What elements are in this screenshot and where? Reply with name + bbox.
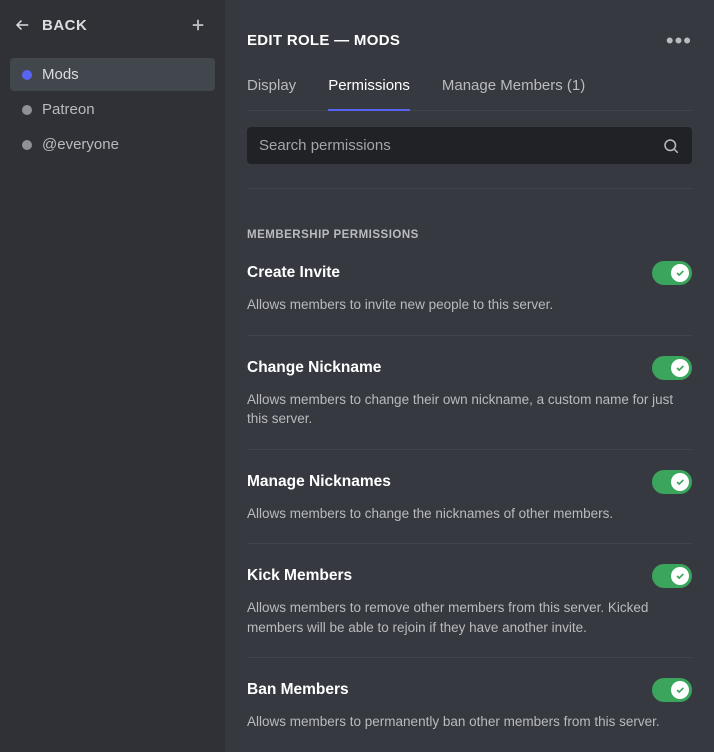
role-list: Mods Patreon @everyone [10,58,215,161]
permission-kick-members: Kick Members Allows members to remove ot… [247,544,692,658]
roles-sidebar: BACK Mods Patreon @everyone [0,0,225,752]
check-icon [671,264,689,282]
check-icon [671,473,689,491]
role-color-dot [22,140,32,150]
add-role-button[interactable] [189,16,207,34]
divider [247,188,692,189]
search-icon [662,137,680,155]
main-header: EDIT ROLE — MODS ••• [247,32,692,49]
permission-title: Manage Nicknames [247,473,391,491]
main-panel: EDIT ROLE — MODS ••• Display Permissions… [225,0,714,752]
permission-title: Kick Members [247,567,352,585]
search-wrap [247,127,692,164]
role-color-dot [22,105,32,115]
permission-change-nickname: Change Nickname Allows members to change… [247,336,692,450]
permission-toggle[interactable] [652,356,692,380]
permission-manage-nicknames: Manage Nicknames Allows members to chang… [247,450,692,545]
page-title: EDIT ROLE — MODS [247,32,400,49]
role-color-dot [22,70,32,80]
role-label: @everyone [42,136,119,153]
role-item-patreon[interactable]: Patreon [10,93,215,126]
permission-toggle[interactable] [652,678,692,702]
search-input[interactable] [247,127,692,164]
permission-toggle[interactable] [652,470,692,494]
permission-ban-members: Ban Members Allows members to permanentl… [247,658,692,752]
tab-permissions[interactable]: Permissions [328,77,410,110]
permission-toggle[interactable] [652,261,692,285]
permission-create-invite: Create Invite Allows members to invite n… [247,241,692,336]
permission-desc: Allows members to change the nicknames o… [247,504,692,524]
role-item-mods[interactable]: Mods [10,58,215,91]
permission-desc: Allows members to remove other members f… [247,598,692,637]
role-label: Patreon [42,101,95,118]
tabs: Display Permissions Manage Members (1) [247,77,692,111]
permission-desc: Allows members to invite new people to t… [247,295,692,315]
role-label: Mods [42,66,79,83]
back-button[interactable]: BACK [14,16,87,34]
section-header: MEMBERSHIP PERMISSIONS [247,229,692,241]
check-icon [671,681,689,699]
permission-desc: Allows members to permanently ban other … [247,712,692,732]
permission-title: Change Nickname [247,359,381,377]
permission-desc: Allows members to change their own nickn… [247,390,692,429]
back-label: BACK [42,17,87,34]
check-icon [671,567,689,585]
permission-toggle[interactable] [652,564,692,588]
permission-title: Ban Members [247,681,349,699]
tab-manage-members[interactable]: Manage Members (1) [442,77,585,110]
permissions-list: Create Invite Allows members to invite n… [247,241,692,752]
sidebar-header: BACK [10,10,215,48]
tab-display[interactable]: Display [247,77,296,110]
role-item-everyone[interactable]: @everyone [10,128,215,161]
permission-title: Create Invite [247,264,340,282]
check-icon [671,359,689,377]
arrow-left-icon [14,16,32,34]
